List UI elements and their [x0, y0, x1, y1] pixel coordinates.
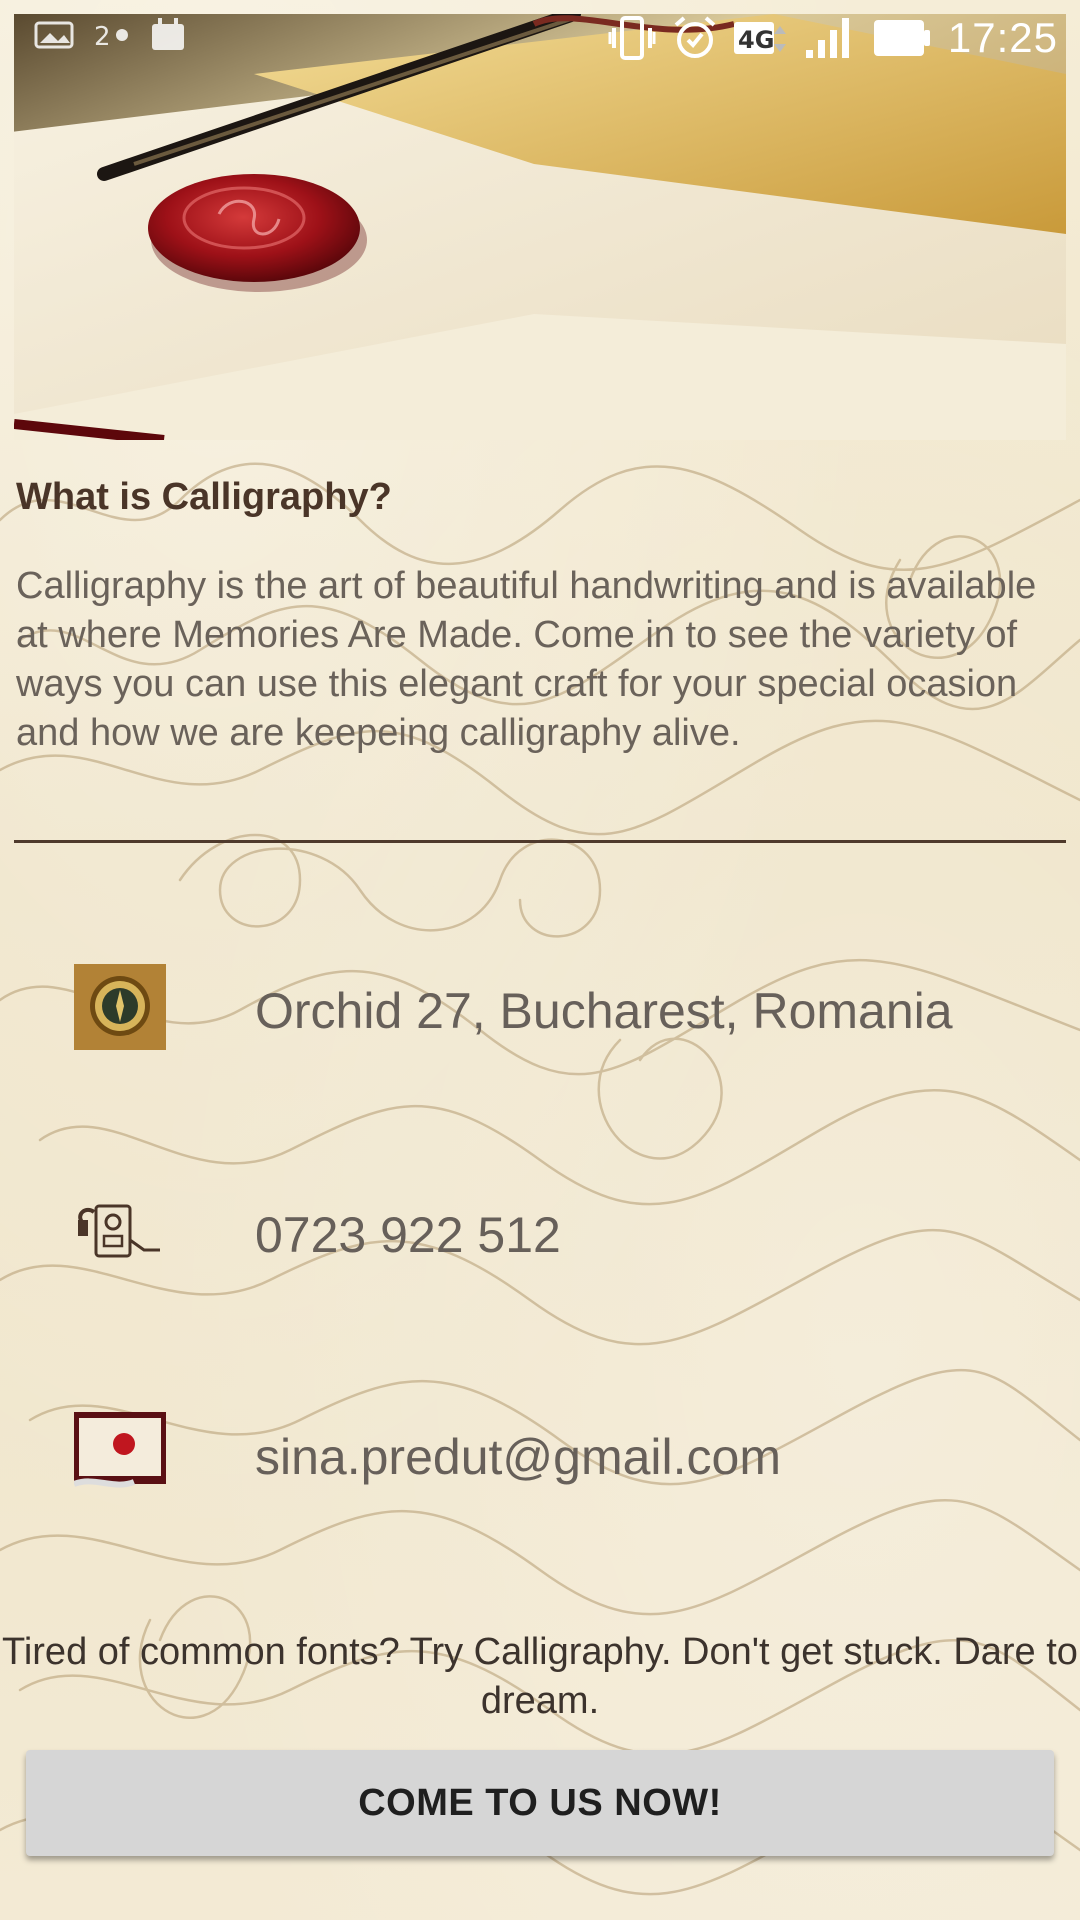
intro-paragraph: Calligraphy is the art of beautiful hand…	[16, 565, 1037, 754]
svg-text:2: 2	[94, 22, 111, 51]
telephone-icon	[74, 1188, 166, 1274]
contact-row-phone[interactable]: 0723 922 512	[0, 1188, 1080, 1288]
divider	[14, 840, 1066, 843]
signal-icon	[804, 16, 856, 60]
compass-icon	[74, 964, 166, 1050]
4g-icon: 4G	[733, 18, 788, 58]
section-title: What is Calligraphy?	[16, 476, 392, 518]
envelope-seal-icon	[72, 1412, 166, 1498]
email-text: sina.predut@gmail.com	[255, 1429, 781, 1485]
contact-row-address[interactable]: Orchid 27, Bucharest, Romania	[0, 964, 1080, 1064]
contact-row-email[interactable]: sina.predut@gmail.com	[0, 1412, 1080, 1512]
notification-icon: 2	[92, 19, 132, 51]
network-type-text: 4G	[738, 26, 774, 54]
alarm-icon	[672, 15, 718, 61]
come-to-us-button[interactable]: COME TO US NOW!	[26, 1750, 1054, 1856]
calendar-icon	[150, 18, 186, 52]
photo-icon	[34, 19, 74, 51]
tagline: Tired of common fonts? Try Calligraphy. …	[2, 1631, 1078, 1722]
status-time: 17:25	[947, 14, 1058, 61]
battery-icon	[872, 18, 932, 58]
address-text: Orchid 27, Bucharest, Romania	[255, 983, 953, 1039]
vibrate-icon	[608, 16, 656, 60]
status-right-icons: 4G 17:25	[608, 14, 1058, 62]
status-bar: 2 4G 17:25	[0, 0, 1080, 78]
status-left-icons: 2	[34, 18, 186, 52]
phone-text: 0723 922 512	[255, 1207, 561, 1263]
